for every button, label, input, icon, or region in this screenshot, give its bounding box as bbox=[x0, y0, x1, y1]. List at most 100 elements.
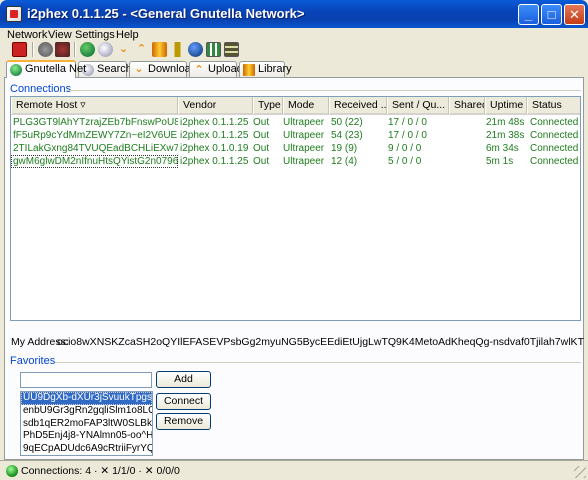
col-status[interactable]: Status bbox=[527, 97, 580, 114]
window-title: i2phex 0.1.1.25 - <General Gnutella Netw… bbox=[27, 6, 305, 21]
download-icon: ⌄ bbox=[134, 63, 144, 75]
cell-type: Out bbox=[253, 143, 270, 154]
cell-uptime: 6m 34s bbox=[486, 143, 519, 154]
globe-icon[interactable] bbox=[80, 42, 95, 57]
remove-button[interactable]: Remove bbox=[156, 413, 211, 430]
toolbar: ⌄ ⌃ bbox=[4, 40, 584, 60]
tab-upload[interactable]: ⌃ Upload bbox=[189, 61, 243, 77]
library-icon bbox=[243, 64, 255, 76]
cell-uptime: 21m 38s bbox=[486, 130, 525, 141]
cell-status: Connected bbox=[530, 130, 579, 141]
cell-uptime: 21m 48s bbox=[486, 117, 525, 128]
list-item[interactable]: PhD5Enj4j8-YNAlmn05-oo^H4k... bbox=[21, 430, 152, 443]
tab-label: Gnutella Net bbox=[25, 63, 87, 75]
connection-status-icon bbox=[6, 465, 18, 477]
resize-grip[interactable] bbox=[574, 466, 586, 478]
list-item[interactable]: 9qECpADUdc6A9cRtriiFyrYQV2... bbox=[21, 443, 152, 455]
col-sent[interactable]: Sent / Qu... bbox=[387, 97, 449, 114]
list-item[interactable]: sdb1qER2moFAP3ltW0SLBkFW... bbox=[21, 418, 152, 431]
cell-received: 54 (23) bbox=[331, 130, 363, 141]
tab-label: Upload bbox=[208, 63, 243, 75]
col-remote-host[interactable]: Remote Host ▿ bbox=[11, 97, 178, 114]
cell-uptime: 5m 1s bbox=[486, 156, 514, 167]
cell-status: Connected bbox=[530, 156, 579, 167]
cell-remote-host: 2TILakGxng84TVUQEadBCHLiEXw7Y1NA... bbox=[13, 143, 178, 154]
cell-status: Connected bbox=[530, 143, 579, 154]
filter-icon[interactable] bbox=[224, 42, 239, 57]
my-address-value[interactable]: ocio8wXNSKZcaSH2oQYIlEFASEVPsbGg2myuNG5B… bbox=[57, 336, 584, 348]
connect-icon[interactable] bbox=[38, 42, 53, 57]
table-row[interactable]: gwM6glwDM2nIfnuHtsQYistG2n0796najk... i2… bbox=[11, 155, 580, 168]
favorites-list[interactable]: UU9DgXb-dXUr3jSvuukTpgsiow... enbU9Gr3gR… bbox=[20, 391, 153, 456]
network-icon[interactable] bbox=[188, 42, 203, 57]
upload-icon[interactable]: ⌃ bbox=[134, 42, 149, 57]
cell-sent: 5 / 0 / 0 bbox=[388, 156, 422, 167]
grid-icon[interactable] bbox=[206, 42, 221, 57]
col-uptime[interactable]: Uptime bbox=[485, 97, 527, 114]
table-row[interactable]: fF5uRp9cYdMmZEWY7Zn~eI2V6UEN^N... i2phex… bbox=[11, 129, 580, 142]
connect-button[interactable]: Connect bbox=[156, 393, 211, 410]
col-shared[interactable]: Shared bbox=[449, 97, 485, 114]
col-received[interactable]: Received ... bbox=[329, 97, 387, 114]
cell-vendor: i2phex 0.1.1.25 bbox=[180, 117, 249, 128]
library-icon[interactable] bbox=[152, 42, 167, 57]
download-icon[interactable]: ⌄ bbox=[116, 42, 131, 57]
cell-vendor: i2phex 0.1.1.25 bbox=[180, 130, 249, 141]
add-button[interactable]: Add bbox=[156, 371, 211, 388]
app-icon bbox=[6, 6, 22, 22]
tab-download[interactable]: ⌄ Download bbox=[129, 61, 197, 77]
connections-label: Connections bbox=[10, 83, 72, 95]
table-header: Remote Host ▿ Vendor Type Mode Received … bbox=[11, 97, 580, 115]
cell-received: 50 (22) bbox=[331, 117, 363, 128]
tab-label: Search bbox=[97, 63, 132, 75]
cell-mode: Ultrapeer bbox=[283, 156, 325, 167]
list-item[interactable]: enbU9Gr3gRn2gqliSlm1o8LOwm... bbox=[21, 405, 152, 418]
key-icon[interactable] bbox=[170, 42, 185, 57]
cell-received: 19 (9) bbox=[331, 143, 358, 154]
cell-mode: Ultrapeer bbox=[283, 143, 325, 154]
cell-vendor: i2phex 0.1.1.25 bbox=[180, 156, 249, 167]
toolbar-separator bbox=[74, 42, 76, 57]
tab-gnutella-net[interactable]: Gnutella Net bbox=[6, 60, 86, 78]
search-icon[interactable] bbox=[98, 42, 113, 57]
table-row[interactable]: 2TILakGxng84TVUQEadBCHLiEXw7Y1NA... i2ph… bbox=[11, 142, 580, 155]
cell-sent: 17 / 0 / 0 bbox=[388, 130, 427, 141]
tab-bar: Gnutella Net Search ⌄ Download ⌃ Upload … bbox=[4, 60, 584, 78]
cell-vendor: i2phex 0.1.0.19 bbox=[180, 143, 249, 154]
table-row[interactable]: PLG3GT9lAhYTzrajZEb7bFnswPoU8Nwl... i2ph… bbox=[11, 116, 580, 129]
disconnect-icon[interactable] bbox=[12, 42, 27, 57]
cell-remote-host: fF5uRp9cYdMmZEWY7Zn~eI2V6UEN^N... bbox=[13, 130, 178, 141]
list-item[interactable]: UU9DgXb-dXUr3jSvuukTpgsiow... bbox=[21, 392, 152, 405]
cell-received: 12 (4) bbox=[331, 156, 358, 167]
favorite-host-input[interactable] bbox=[20, 372, 152, 388]
tab-library[interactable]: Library bbox=[239, 61, 292, 77]
globe-icon bbox=[10, 64, 22, 76]
cell-mode: Ultrapeer bbox=[283, 117, 325, 128]
toolbar-separator bbox=[32, 42, 34, 57]
maximize-button[interactable]: □ bbox=[541, 4, 562, 25]
col-mode[interactable]: Mode bbox=[283, 97, 329, 114]
minimize-button[interactable]: _ bbox=[518, 4, 539, 25]
cell-type: Out bbox=[253, 156, 270, 167]
favorites-divider bbox=[55, 362, 581, 363]
upload-icon: ⌃ bbox=[194, 64, 204, 76]
tab-label: Library bbox=[258, 63, 292, 75]
cell-sent: 17 / 0 / 0 bbox=[388, 117, 427, 128]
cell-type: Out bbox=[253, 130, 270, 141]
col-vendor[interactable]: Vendor bbox=[178, 97, 253, 114]
cell-sent: 9 / 0 / 0 bbox=[388, 143, 422, 154]
close-button[interactable]: ✕ bbox=[564, 4, 585, 25]
sort-icon: ▿ bbox=[80, 99, 86, 111]
cell-status: Connected bbox=[530, 117, 579, 128]
title-bar[interactable]: i2phex 0.1.1.25 - <General Gnutella Netw… bbox=[0, 0, 588, 28]
favorites-label: Favorites bbox=[10, 355, 56, 367]
cell-type: Out bbox=[253, 117, 270, 128]
bug-icon[interactable] bbox=[55, 42, 70, 57]
cell-remote-host: PLG3GT9lAhYTzrajZEb7bFnswPoU8Nwl... bbox=[13, 117, 178, 128]
status-bar: Connections: 4 · ✕ 1/1/0 · ✕ 0/0/0 bbox=[0, 460, 588, 480]
status-text: Connections: 4 · ✕ 1/1/0 · ✕ 0/0/0 bbox=[21, 465, 180, 477]
connections-divider bbox=[66, 90, 581, 91]
connections-table[interactable]: Remote Host ▿ Vendor Type Mode Received … bbox=[10, 96, 581, 321]
cell-mode: Ultrapeer bbox=[283, 130, 325, 141]
col-type[interactable]: Type bbox=[253, 97, 283, 114]
